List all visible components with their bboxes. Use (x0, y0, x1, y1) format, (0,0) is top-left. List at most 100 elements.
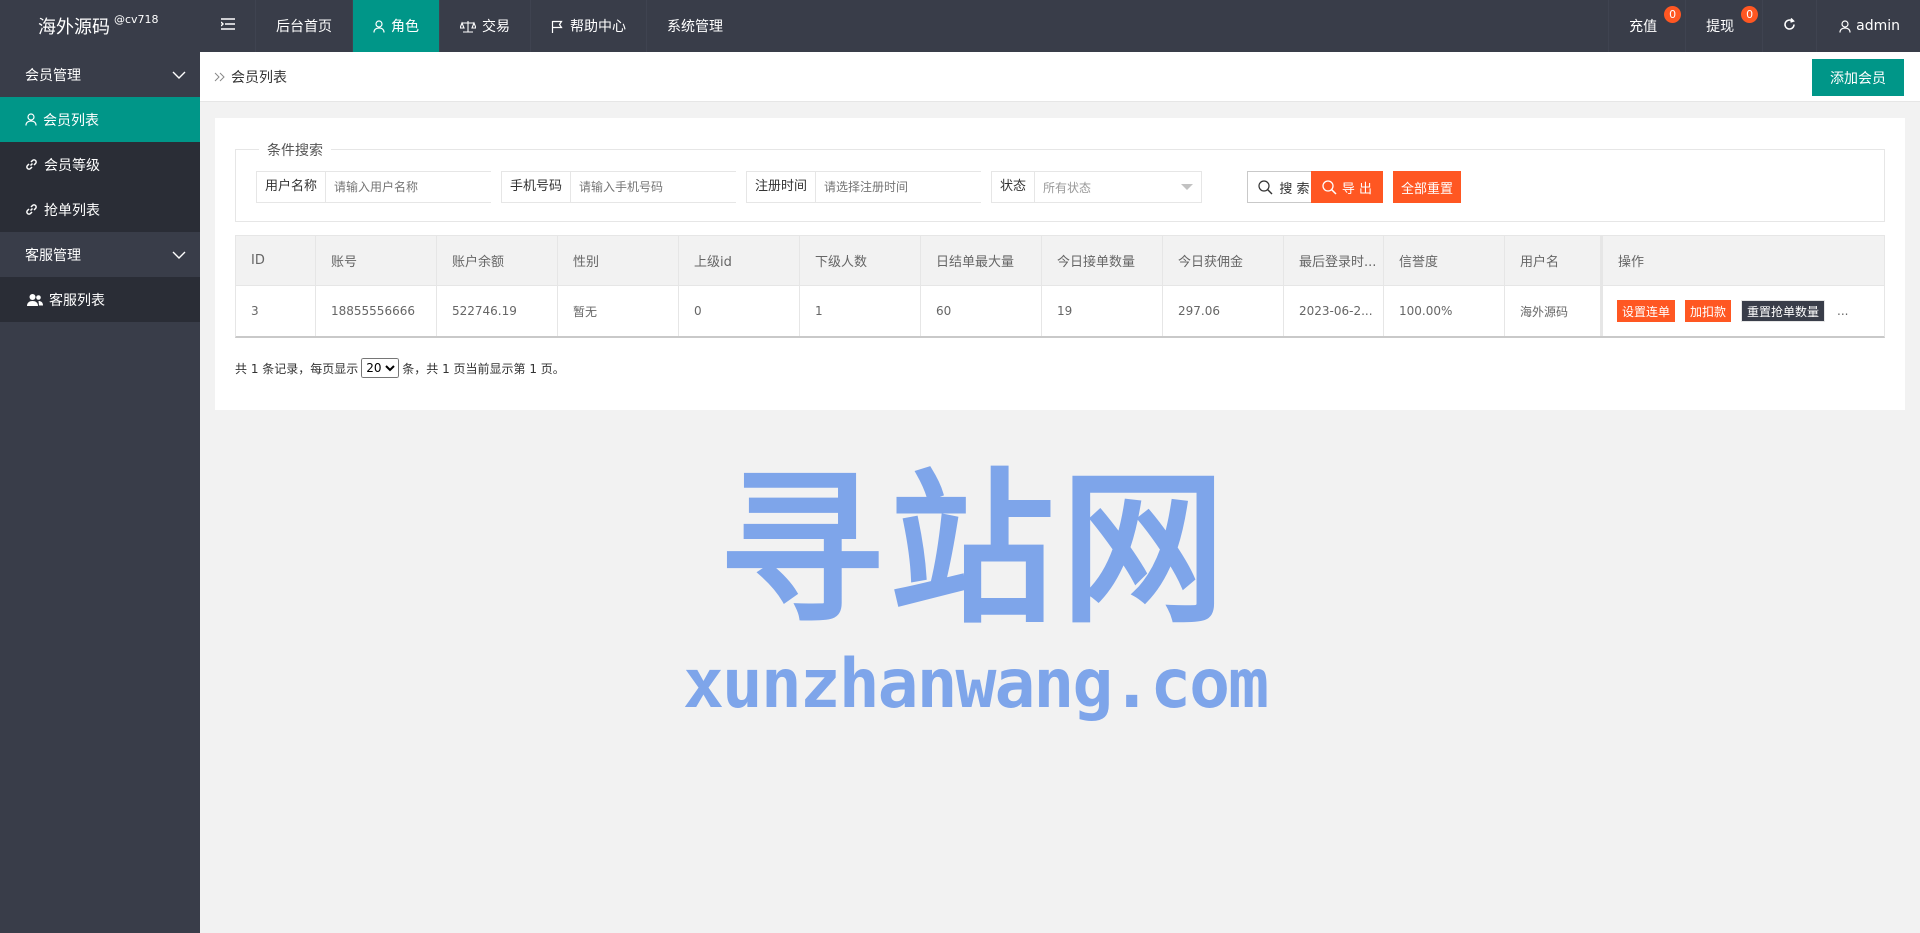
th-last-login[interactable]: 最后登录时... (1284, 236, 1384, 285)
sidebar-item-label: 客服列表 (49, 292, 105, 309)
watermark: 寻站网 xunzhanwang.com (680, 455, 1270, 725)
set-chain-order-button[interactable]: 设置连单 (1617, 300, 1676, 322)
nav-dashboard[interactable]: 后台首页 (256, 0, 353, 52)
link-icon (25, 158, 38, 171)
th-gender[interactable]: 性别 (558, 236, 679, 285)
th-balance[interactable]: 账户余额 (437, 236, 558, 285)
th-account[interactable]: 账号 (316, 236, 437, 285)
sidebar-item-member-level[interactable]: 会员等级 (0, 142, 200, 187)
pager-after: 条，共 1 页当前显示第 1 页。 (402, 361, 565, 376)
menu-toggle-icon (220, 18, 235, 34)
recharge-badge: 0 (1664, 6, 1682, 23)
phone-field-group: 手机号码 (501, 171, 738, 203)
chevron-up-icon (172, 67, 186, 83)
status-label: 状态 (992, 172, 1036, 202)
refresh-icon (1783, 17, 1796, 35)
phone-input[interactable] (571, 172, 738, 202)
td-id: 3 (236, 286, 316, 336)
phone-label: 手机号码 (502, 172, 572, 202)
status-field-group: 状态 所有状态 (991, 171, 1202, 203)
td-daily-max: 60 (921, 286, 1042, 336)
username-field-group: 用户名称 (256, 171, 493, 203)
users-icon (27, 293, 43, 306)
regtime-label: 注册时间 (747, 172, 817, 202)
sidebar-item-service-list[interactable]: 客服列表 (0, 277, 200, 322)
double-chevron-right-icon (214, 72, 225, 82)
th-today-commission[interactable]: 今日获佣金 (1163, 236, 1284, 285)
top-nav: 后台首页 角色 交易 帮助中心 系统管理 (200, 0, 743, 52)
scale-icon (460, 20, 476, 33)
search-button[interactable]: 搜 索 (1247, 171, 1321, 203)
th-daily-max[interactable]: 日结单最大量 (921, 236, 1042, 285)
sidebar-group-members[interactable]: 会员管理 (0, 52, 200, 97)
td-last-login: 2023-06-2... (1284, 286, 1384, 336)
export-button[interactable]: 导 出 (1311, 171, 1383, 203)
nav-system[interactable]: 系统管理 (647, 0, 743, 52)
nav-role[interactable]: 角色 (353, 0, 440, 52)
user-menu[interactable]: admin (1816, 0, 1920, 52)
page-size-select[interactable]: 20 (361, 358, 400, 378)
sidebar-group-service[interactable]: 客服管理 (0, 232, 200, 277)
recharge-button[interactable]: 充值 0 (1608, 0, 1685, 52)
withdraw-label: 提现 (1706, 19, 1735, 35)
td-parent-id: 0 (679, 286, 800, 336)
th-id[interactable]: ID (236, 236, 316, 285)
adjust-balance-button[interactable]: 加扣款 (1685, 300, 1732, 322)
nav-help[interactable]: 帮助中心 (531, 0, 647, 52)
th-username[interactable]: 用户名 (1505, 236, 1601, 285)
sidebar-item-member-list[interactable]: 会员列表 (0, 97, 200, 142)
add-member-button[interactable]: 添加会员 (1812, 59, 1904, 96)
withdraw-badge: 0 (1741, 6, 1759, 23)
table-header: ID 账号 账户余额 性别 上级id 下级人数 日结单最大量 今日接单数量 今日… (235, 235, 1885, 286)
search-icon (1322, 179, 1337, 195)
search-fieldset: 条件搜索 用户名称 手机号码 注册时间 状态 所有状态 搜 索 (235, 140, 1885, 222)
regtime-input[interactable] (816, 172, 983, 202)
username-label: 用户名称 (257, 172, 327, 202)
pager-before: 共 1 条记录，每页显示 (235, 361, 359, 376)
td-actions: 设置连单 加扣款 重置抢单数量 ... (1601, 286, 1884, 336)
nav-trade[interactable]: 交易 (440, 0, 531, 52)
nav-dashboard-label: 后台首页 (276, 19, 332, 35)
user-icon (373, 19, 385, 33)
sidebar-item-order-list[interactable]: 抢单列表 (0, 187, 200, 232)
flag-icon (551, 20, 564, 33)
nav-system-label: 系统管理 (667, 19, 723, 35)
search-button-label: 搜 索 (1279, 181, 1310, 197)
th-sub-count[interactable]: 下级人数 (800, 236, 921, 285)
sidebar-item-label: 会员等级 (44, 157, 100, 174)
user-icon (1839, 19, 1851, 33)
reset-all-button[interactable]: 全部重置 (1393, 171, 1461, 203)
top-nav-right: 充值 0 提现 0 admin (1608, 0, 1920, 52)
chevron-down-icon (172, 247, 186, 263)
refresh-button[interactable] (1762, 0, 1816, 52)
top-header: 海外源码 @cv718 后台首页 角色 交易 帮助中心 系统管理 充值 0 提现… (0, 0, 1920, 52)
status-select[interactable]: 所有状态 (1035, 172, 1201, 202)
td-balance: 522746.19 (437, 286, 558, 336)
td-sub-count: 1 (800, 286, 921, 336)
th-today-orders[interactable]: 今日接单数量 (1042, 236, 1163, 285)
brand-name: 海外源码 (38, 17, 110, 38)
th-parent-id[interactable]: 上级id (679, 236, 800, 285)
sidebar-item-label: 会员列表 (43, 112, 99, 129)
sidebar: 会员管理 会员列表 会员等级 抢单列表 客服管理 客服列表 (0, 52, 200, 933)
table-row: 3 18855556666 522746.19 暂无 0 1 60 19 297… (235, 286, 1885, 338)
breadcrumb: 会员列表 (214, 52, 287, 102)
main-card: 条件搜索 用户名称 手机号码 注册时间 状态 所有状态 搜 索 (215, 118, 1905, 410)
sidebar-toggle-button[interactable] (200, 0, 256, 52)
pagination: 共 1 条记录，每页显示 20 条，共 1 页当前显示第 1 页。 (235, 358, 565, 378)
sidebar-group-label: 客服管理 (25, 247, 81, 264)
td-today-commission: 297.06 (1163, 286, 1284, 336)
recharge-label: 充值 (1629, 19, 1658, 35)
td-username: 海外源码 (1505, 286, 1601, 336)
th-credit[interactable]: 信誉度 (1384, 236, 1505, 285)
reset-order-count-button[interactable]: 重置抢单数量 (1741, 300, 1826, 322)
more-actions[interactable]: ... (1837, 304, 1848, 318)
nav-role-label: 角色 (391, 19, 419, 35)
user-icon (25, 113, 37, 126)
td-account: 18855556666 (316, 286, 437, 336)
member-table: ID 账号 账户余额 性别 上级id 下级人数 日结单最大量 今日接单数量 今日… (235, 235, 1885, 338)
withdraw-button[interactable]: 提现 0 (1685, 0, 1762, 52)
username-input[interactable] (326, 172, 493, 202)
nav-trade-label: 交易 (482, 19, 510, 35)
sidebar-item-label: 抢单列表 (44, 202, 100, 219)
